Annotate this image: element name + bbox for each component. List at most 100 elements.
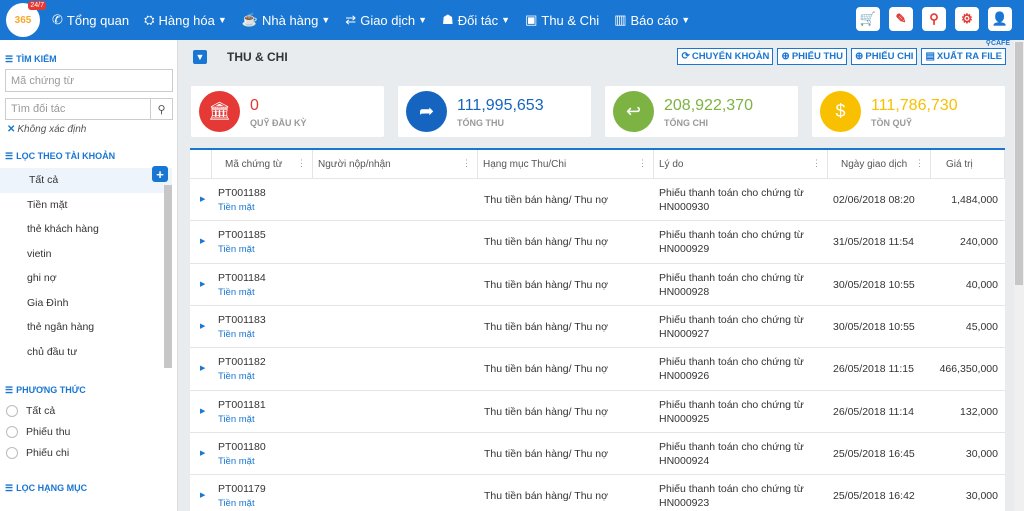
radio-button[interactable]	[6, 446, 18, 459]
page-scrollbar[interactable]	[1014, 40, 1024, 511]
transaction-value: 45,000	[965, 320, 998, 333]
nav-item-0[interactable]: ✆ Tổng quan	[52, 0, 129, 40]
chevron-down-icon: ▼	[321, 15, 331, 25]
summary-card: $111,786,730 TỒN QUỸ	[812, 86, 1005, 137]
expand-column-header	[190, 150, 212, 178]
account-link[interactable]: Tiền mặt	[218, 414, 255, 425]
account-list-scrollbar[interactable]	[164, 185, 172, 368]
doc-code: PT001179	[218, 483, 266, 496]
table-row[interactable]: ▶ PT001181 Tiền mặt Thu tiền bán hàng/ Thu …	[190, 389, 1005, 432]
close-icon: ✕	[7, 124, 16, 135]
account-item[interactable]: ghi nợ	[0, 266, 172, 291]
account-item[interactable]: chủ đầu tư	[0, 340, 172, 365]
column-menu-icon[interactable]: ⋮	[915, 158, 924, 169]
add-account-icon[interactable]: +	[152, 166, 168, 182]
column-header[interactable]: Người nộp/nhận ⋮	[313, 150, 478, 178]
transaction-date: 26/05/2018 11:15	[833, 363, 914, 376]
summary-card: 🏛 0 QUỸ ĐẦU KỲ	[191, 86, 384, 137]
doc-code: PT001188	[218, 187, 266, 199]
table-row[interactable]: ▶ PT001180 Tiền mặt Thu tiền bán hàng/ Thu …	[190, 431, 1005, 474]
nav-item-2[interactable]: ☕ Nhà hàng ▼	[242, 0, 331, 40]
transactions-table: Mã chứng từ ⋮ Người nộp/nhận ⋮ Hạng mục Thu/…	[190, 148, 1005, 511]
expand-row-icon[interactable]: ▶	[200, 280, 205, 288]
method-option[interactable]: Phiếu chi	[0, 442, 177, 463]
account-link[interactable]: Tiền mặt	[218, 287, 255, 298]
action-button-2[interactable]: ⊕ PHIẾU CHI	[851, 48, 918, 65]
location-pin-icon[interactable]: ⚲	[922, 7, 946, 31]
nav-item-5[interactable]: ▣ Thu & Chi	[525, 0, 599, 40]
column-header[interactable]: Mã chứng từ ⋮	[212, 150, 313, 178]
action-button-0[interactable]: ⟳ CHUYỂN KHOẢN	[677, 48, 774, 65]
table-row[interactable]: ▶ PT001184 Tiền mặt Thu tiền bán hàng/ Thu …	[190, 262, 1005, 305]
expand-row-icon[interactable]: ▶	[200, 491, 205, 499]
transaction-value: 30,000	[965, 447, 998, 460]
column-menu-icon[interactable]: ⋮	[297, 158, 306, 169]
column-menu-icon[interactable]: ⋮	[638, 158, 647, 169]
scrollbar-thumb[interactable]	[1015, 42, 1023, 285]
table-row[interactable]: ▶ PT001179 Tiền mặt Thu tiền bán hàng/ Thu …	[190, 474, 1005, 511]
doc-code: PT001184	[218, 271, 266, 284]
edit-icon[interactable]: ✎	[889, 7, 913, 31]
expand-row-icon[interactable]: ▶	[200, 322, 205, 330]
list-icon: ☰	[5, 482, 14, 493]
partner-search-input[interactable]: Tìm đối tác	[5, 98, 151, 120]
column-header[interactable]: Hạng mục Thu/Chi ⋮	[478, 150, 654, 178]
nav-item-3[interactable]: ⇄ Giao dịch ▼	[345, 0, 427, 40]
filter-toggle-icon[interactable]: ▼	[193, 50, 207, 64]
column-header[interactable]: Lý do ⋮	[654, 150, 828, 178]
account-link[interactable]: Tiền mặt	[218, 498, 255, 509]
account-item[interactable]: Tiền mặt	[0, 193, 172, 218]
logo-badge: 24/7	[28, 1, 46, 10]
account-item[interactable]: thẻ ngân hàng	[0, 315, 172, 340]
nav-icon: ▣	[525, 12, 538, 27]
radio-button[interactable]	[6, 404, 18, 417]
column-header[interactable]: Giá trị	[931, 150, 1005, 178]
action-button-1[interactable]: ⊕ PHIẾU THU	[777, 48, 848, 65]
search-icon[interactable]: ⚲	[151, 98, 173, 120]
nav-item-1[interactable]: ⛭ Hàng hóa ▼	[144, 0, 227, 40]
expand-row-icon[interactable]: ▶	[200, 364, 205, 372]
account-link[interactable]: Tiền mặt	[218, 244, 255, 255]
user-icon[interactable]: 👤	[988, 7, 1012, 31]
expand-row-icon[interactable]: ▶	[200, 449, 205, 457]
action-button-3[interactable]: ▤ XUẤT RA FILE	[921, 48, 1006, 65]
account-item[interactable]: Gia Đình	[0, 291, 172, 316]
radio-button[interactable]	[6, 425, 18, 438]
method-option[interactable]: Tất cả	[0, 400, 177, 421]
table-row[interactable]: ▶ PT001188 Tiền mặt Thu tiền bán hàng/ Thu …	[190, 178, 1005, 220]
table-row[interactable]: ▶ PT001185 Tiền mặt Thu tiền bán hàng/ Thu …	[190, 220, 1005, 262]
method-option[interactable]: Phiếu thu	[0, 421, 177, 442]
reason-line-2: HN000924	[659, 454, 710, 467]
expand-row-icon[interactable]: ▶	[200, 407, 205, 415]
account-link[interactable]: Tiền mặt	[218, 371, 255, 382]
action-label: PHIẾU THU	[791, 51, 844, 62]
summary-card-label: TỔNG CHI	[664, 118, 708, 128]
settings-gear-icon[interactable]: ⚙	[955, 7, 979, 31]
action-label: XUẤT RA FILE	[936, 51, 1002, 62]
app-logo[interactable]: 365 24/7	[6, 1, 46, 37]
nav-label: Thu & Chi	[541, 12, 600, 28]
account-item[interactable]: thẻ khách hàng	[0, 217, 172, 242]
expand-row-icon[interactable]: ▶	[200, 195, 205, 203]
column-menu-icon[interactable]: ⋮	[812, 158, 821, 169]
column-header[interactable]: Ngày giao dịch ⋮	[828, 150, 931, 178]
account-link[interactable]: Tiền mặt	[218, 202, 255, 213]
expand-row-icon[interactable]: ▶	[200, 237, 205, 245]
reason-line-2: HN000926	[659, 370, 710, 383]
column-menu-icon[interactable]: ⋮	[462, 158, 471, 169]
chevron-down-icon: ▼	[501, 15, 511, 25]
account-item[interactable]: vietin	[0, 242, 172, 267]
table-row[interactable]: ▶ PT001183 Tiền mặt Thu tiền bán hàng/ Thu …	[190, 304, 1005, 347]
transaction-date: 31/05/2018 11:54	[833, 236, 914, 249]
table-row[interactable]: ▶ PT001182 Tiền mặt Thu tiền bán hàng/ Thu …	[190, 347, 1005, 389]
nav-item-4[interactable]: ☗ Đối tác ▼	[442, 0, 510, 40]
cart-icon[interactable]: 🛒	[856, 7, 880, 31]
reason-line-1: Phiếu thanh toán cho chứng từ	[659, 271, 804, 284]
account-link[interactable]: Tiền mặt	[218, 329, 255, 340]
nav-item-6[interactable]: ▥ Báo cáo ▼	[614, 0, 690, 40]
unknown-partner-filter[interactable]: ✕ Không xác định	[0, 124, 86, 135]
account-link[interactable]: Tiền mặt	[218, 456, 255, 467]
account-item[interactable]: Tất cả	[0, 168, 172, 193]
doc-code-input[interactable]: Mã chứng từ	[5, 69, 173, 92]
category-text: Thu tiền bán hàng/ Thu nợ	[484, 278, 609, 291]
